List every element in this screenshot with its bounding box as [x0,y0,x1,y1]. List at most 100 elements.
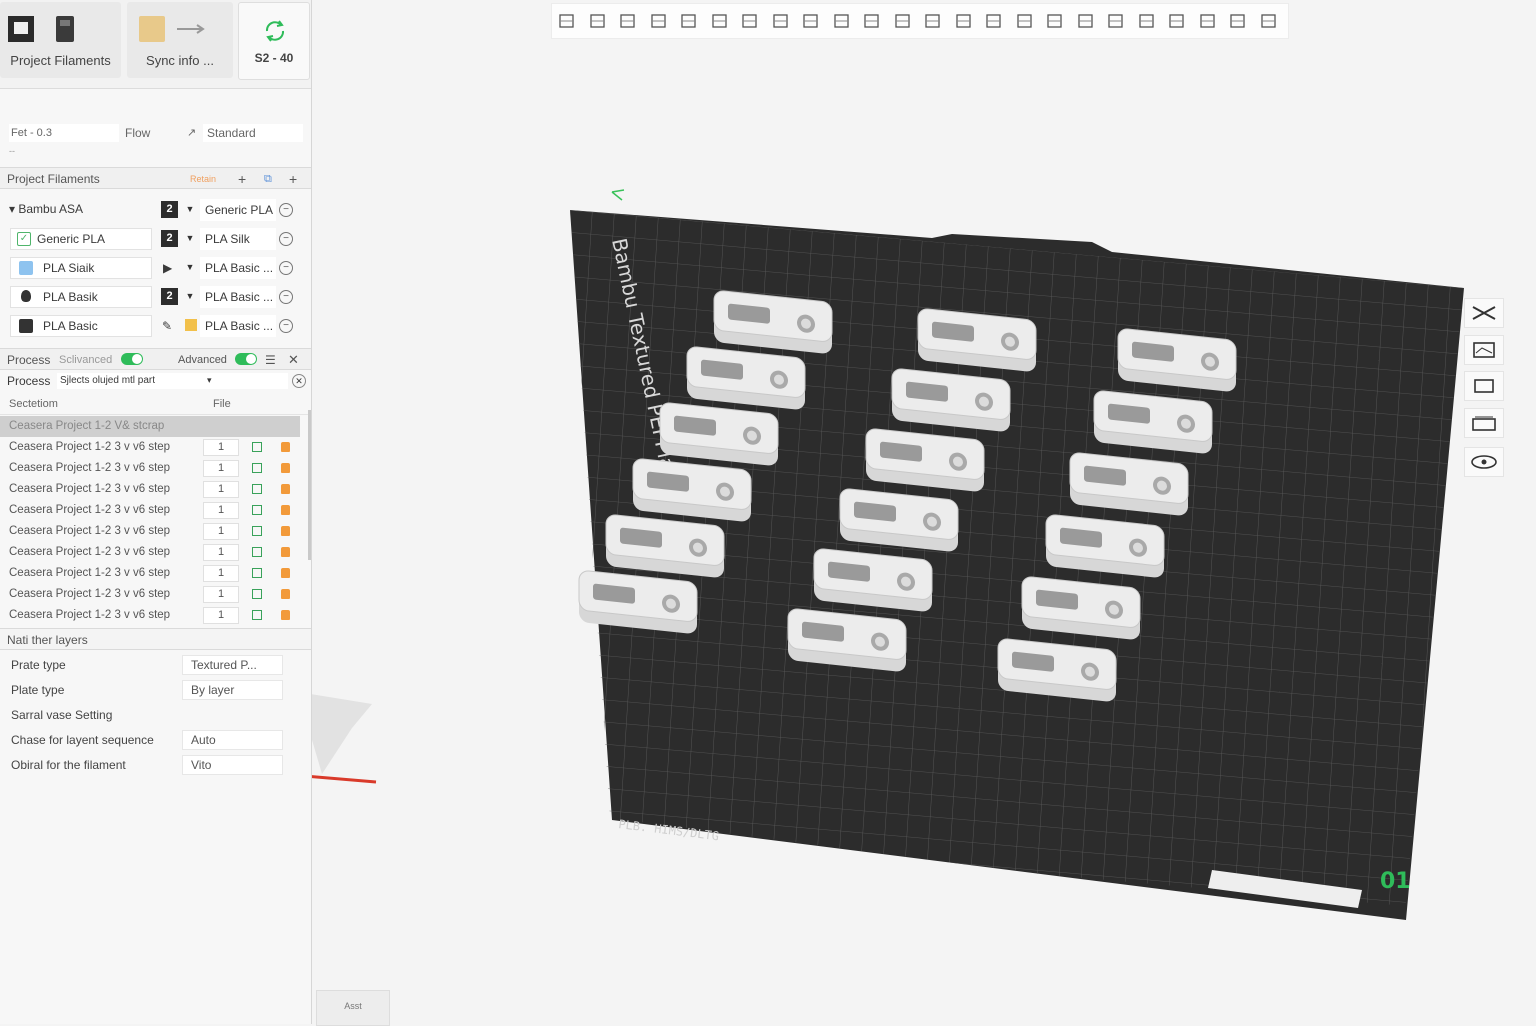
check-icon[interactable]: ✓ [17,232,31,246]
object-row[interactable]: Ceasera Project 1-2 3 v v6 step 1 [0,584,311,605]
property-value[interactable]: Vito [182,755,283,775]
sync-info-card[interactable]: Sync info ... [127,2,233,78]
chevron-down-icon[interactable]: ▼ [183,230,197,247]
filament-type[interactable]: PLA Basic ... [200,286,276,308]
split-icon[interactable] [619,12,637,30]
object-settings-icon[interactable] [252,463,262,473]
chevron-down-icon[interactable]: ▼ [183,288,197,305]
arrange-icon[interactable] [802,12,820,30]
remove-icon[interactable]: − [279,232,293,246]
mesh-icon[interactable] [1107,12,1125,30]
object-row[interactable]: Ceasera Project 1-2 3 v v6 step 1 [0,542,311,563]
support-icon[interactable] [955,12,973,30]
measure-icon[interactable] [1138,12,1156,30]
object-settings-icon[interactable] [252,610,262,620]
filament-row[interactable]: ✓ Generic PLA 2 ▼ PLA Silk − [0,225,311,253]
object-row[interactable]: Ceasera Project 1-2 3 v v6 step 1 [0,605,311,626]
lock-icon[interactable] [281,547,290,557]
object-row[interactable]: Ceasera Project 1-2 3 v v6 step 1 [0,500,311,521]
filament-type[interactable]: Generic PLA [200,199,276,221]
cube-icon[interactable] [1077,12,1095,30]
object-count-input[interactable]: 1 [203,586,239,603]
object-row[interactable]: Ceasera Project 1-2 3 v v6 step 1 [0,437,311,458]
mode-toggle[interactable] [121,353,143,365]
plate-icon[interactable] [650,12,668,30]
object-settings-icon[interactable] [252,505,262,515]
text-icon[interactable] [1016,12,1034,30]
property-value[interactable]: Textured P... [182,655,283,675]
filament-name[interactable]: PLA Siaik [10,257,152,279]
object-settings-icon[interactable] [252,589,262,599]
retain-badge[interactable]: Retain [190,168,216,190]
slice-icon[interactable] [680,12,698,30]
object-count-input[interactable]: 1 [203,439,239,456]
property-value[interactable]: Auto [182,730,283,750]
paint-icon[interactable] [985,12,1003,30]
object-row[interactable]: Ceasera Project 1-2 3 v v6 step 1 [0,479,311,500]
selected-object-row[interactable]: Ceasera Project 1-2 V& stcrap [0,416,300,437]
lock-icon[interactable] [281,589,290,599]
flat-icon[interactable] [863,12,881,30]
lock-icon[interactable] [281,505,290,515]
front-view-button[interactable] [1464,371,1504,401]
grid-icon[interactable] [589,12,607,30]
chevron-down-icon[interactable]: ▼ [183,201,197,218]
filament-type[interactable]: PLA Silk [200,228,276,250]
clear-icon[interactable]: ✕ [292,374,306,388]
add-object-icon[interactable] [558,12,576,30]
object-count-input[interactable]: 1 [203,502,239,519]
lock-icon[interactable] [281,442,290,452]
object-settings-icon[interactable] [252,442,262,452]
object-count-input[interactable]: 1 [203,460,239,477]
plate-settings-icon[interactable] [1199,12,1217,30]
list-icon[interactable]: ☰ [265,349,276,371]
close-icon[interactable]: ✕ [288,349,299,371]
cut-icon[interactable] [894,12,912,30]
ruler-icon[interactable] [1229,12,1247,30]
rotate-icon[interactable] [741,12,759,30]
assembly-icon[interactable] [1260,12,1278,30]
add-icon[interactable]: + [238,168,246,190]
chevron-down-icon[interactable]: ▼ [183,259,197,276]
lock-icon[interactable] [281,526,290,536]
lock-icon[interactable] [281,484,290,494]
advanced-toggle[interactable] [235,353,257,365]
object-settings-icon[interactable] [252,484,262,494]
remove-icon[interactable]: − [279,261,293,275]
chevron-down-icon[interactable]: ▾ [207,369,212,391]
lock-icon[interactable] [281,610,290,620]
filament-name[interactable]: PLA Basik [10,286,152,308]
filament-row[interactable]: PLA Siaik ▶ ▼ PLA Basic ... − [0,254,311,282]
project-filaments-card[interactable]: Project Filaments [0,2,121,78]
orient-icon[interactable] [772,12,790,30]
column-file[interactable]: File [213,394,231,414]
object-count-input[interactable]: 1 [203,565,239,582]
stack-icon[interactable] [924,12,942,30]
layout-icon[interactable] [833,12,851,30]
object-count-input[interactable]: 1 [203,607,239,624]
scale-icon[interactable] [1046,12,1064,30]
property-value[interactable]: By layer [182,680,283,700]
filament-row[interactable]: PLA Basik 2 ▼ PLA Basic ... − [0,283,311,311]
edit-icon[interactable]: ✎ [162,319,172,333]
filament-row[interactable]: ▾ Bambu ASA 2 ▼ Generic PLA − [0,196,311,224]
remove-icon[interactable]: − [279,319,293,333]
quality-select[interactable]: Standard [203,124,303,142]
sync-list-icon[interactable]: ⧉ [264,168,272,190]
part-icon[interactable] [1168,12,1186,30]
column-name[interactable]: Sectetiom [9,394,58,414]
view-plate-button[interactable] [1464,335,1504,365]
filament-name[interactable]: ✓ Generic PLA [10,228,152,250]
color-swatch-icon[interactable] [185,319,197,331]
object-row[interactable]: Ceasera Project 1-2 3 v v6 step 1 [0,458,311,479]
nozzle-field[interactable]: Fet - 0.3 [9,124,119,142]
filament-type[interactable]: PLA Basic ... [200,315,276,337]
filament-type[interactable]: PLA Basic ... [200,257,276,279]
filament-row[interactable]: PLA Basic ✎ PLA Basic ... − [0,312,311,340]
close-view-button[interactable] [1464,298,1504,328]
lock-icon[interactable] [281,463,290,473]
scrollbar[interactable] [308,410,311,560]
lock-icon[interactable] [281,568,290,578]
plate-number[interactable]: 01 [1380,869,1411,894]
object-count-input[interactable]: 1 [203,523,239,540]
